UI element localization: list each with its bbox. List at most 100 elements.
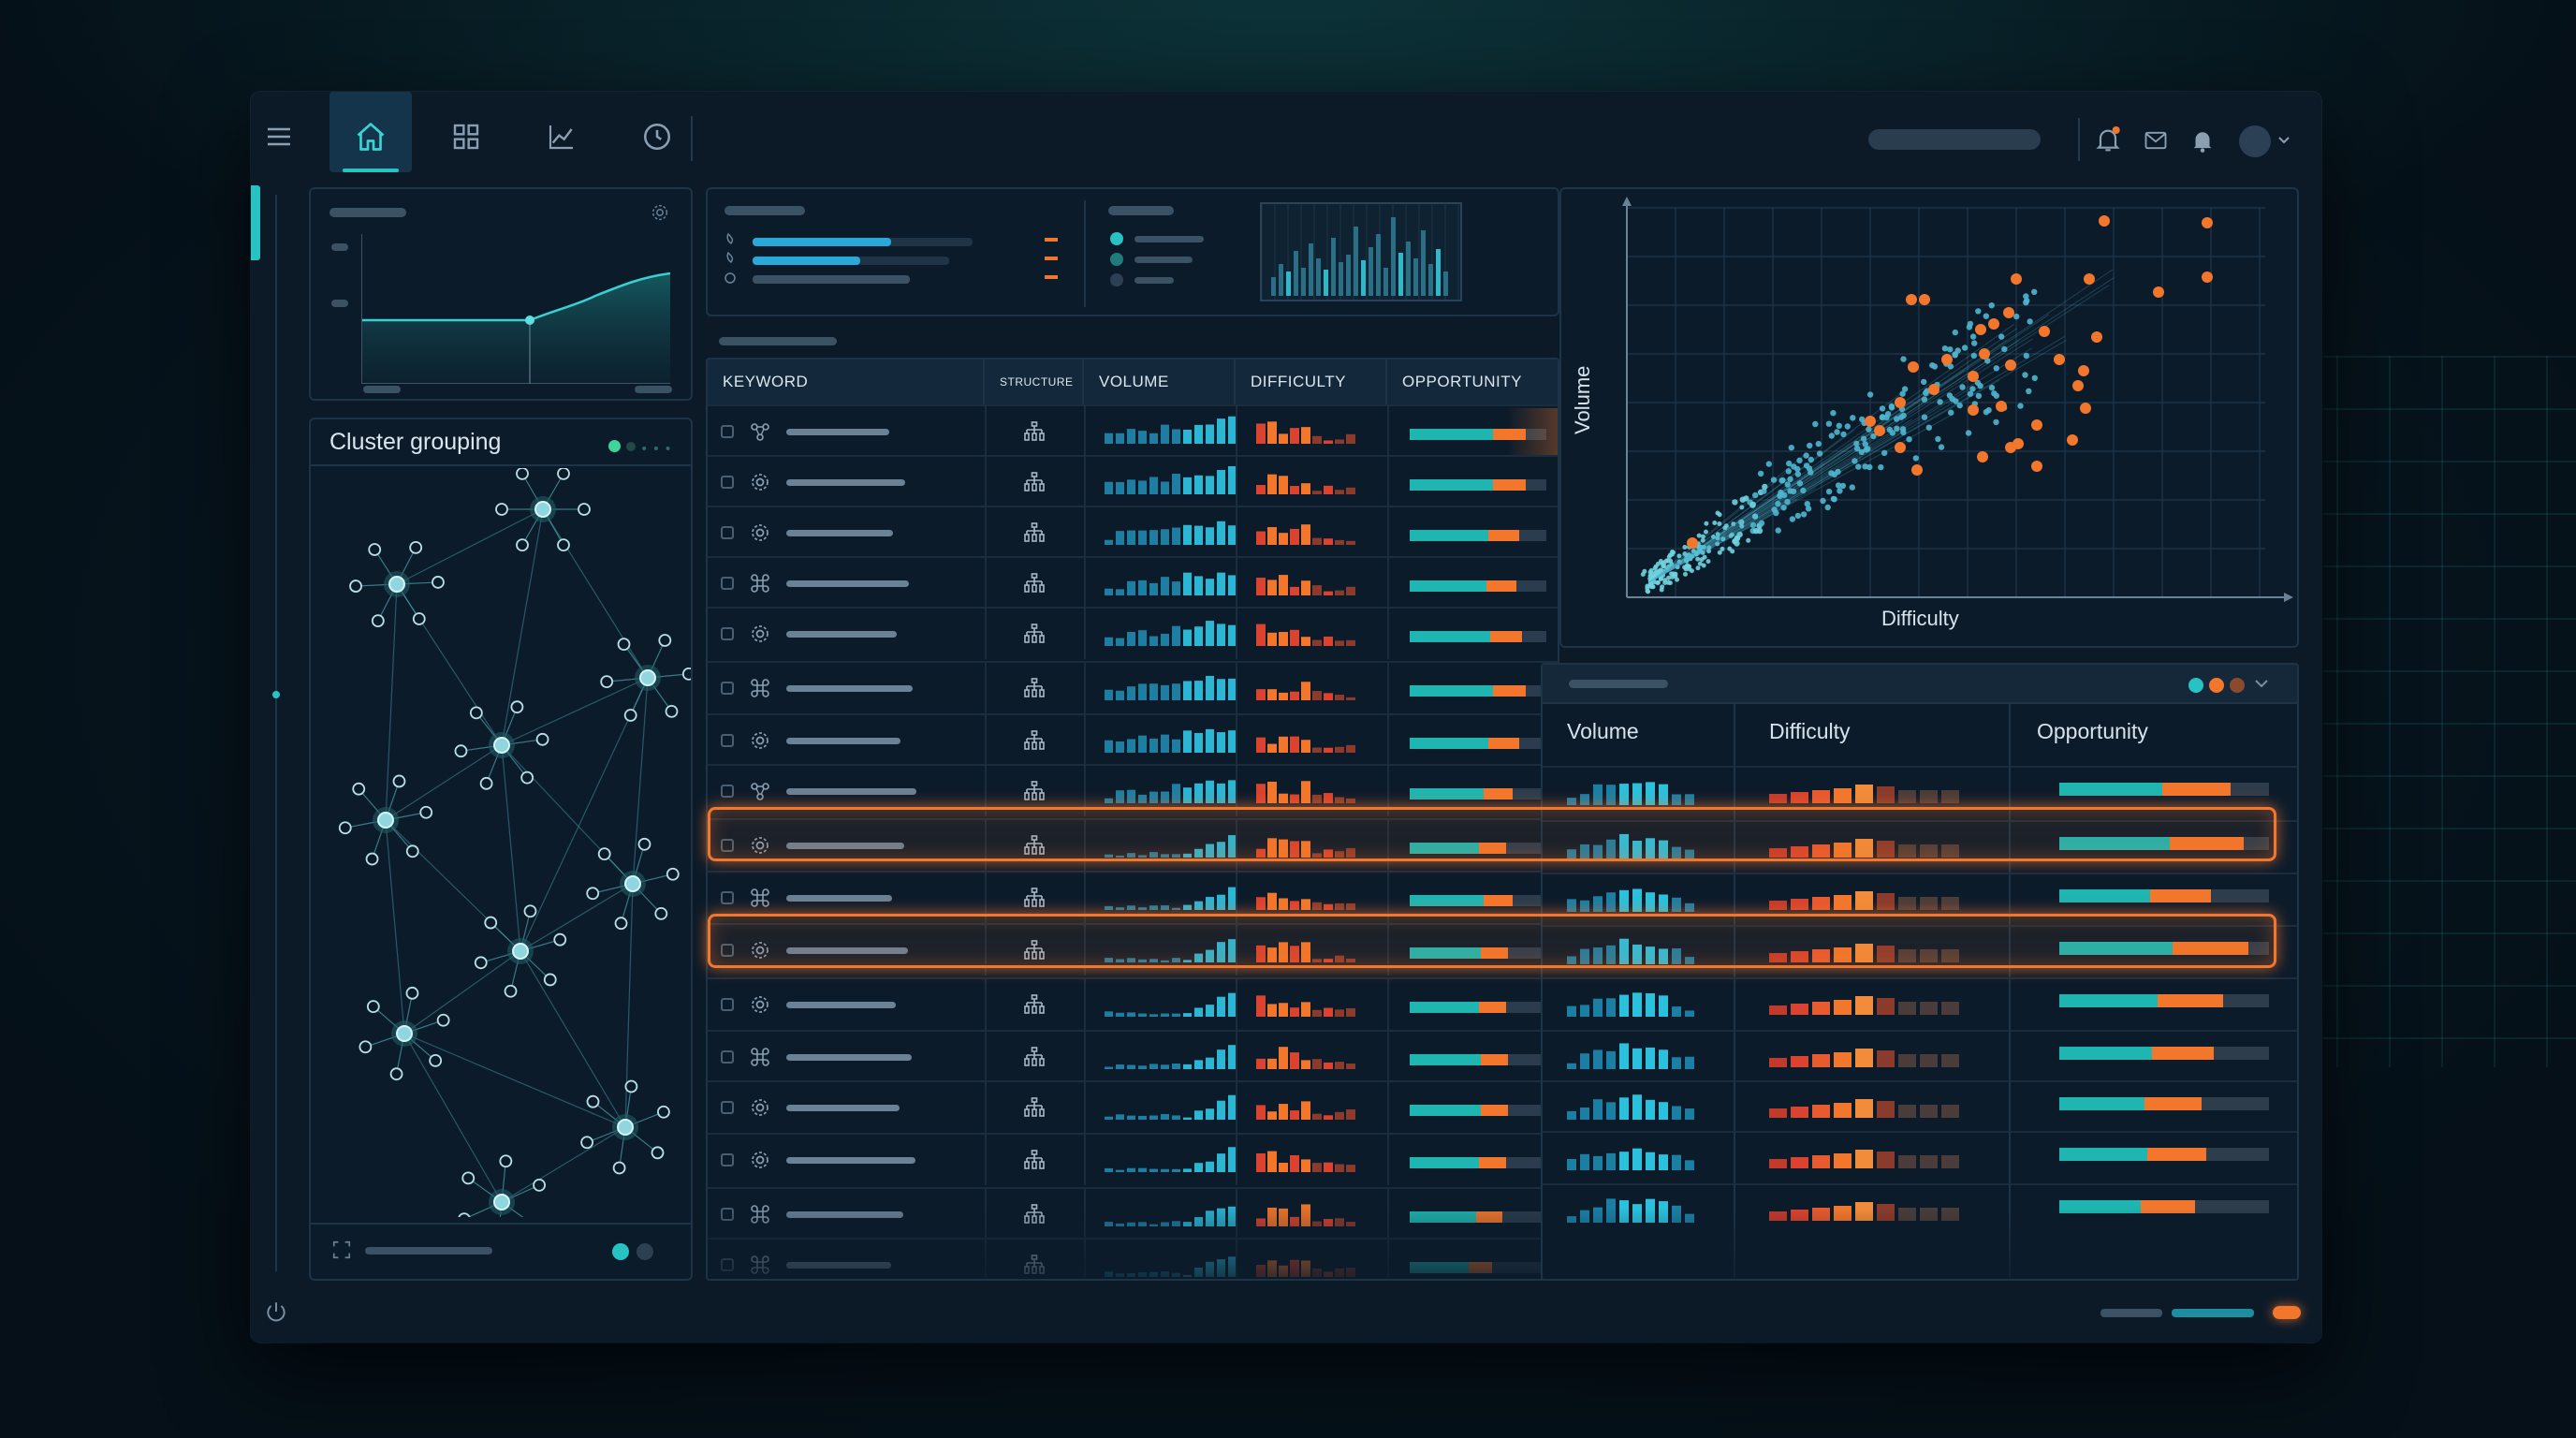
cluster-leaf-node[interactable]: [612, 1161, 626, 1175]
cluster-leaf-node[interactable]: [666, 867, 680, 881]
cluster-leaf-node[interactable]: [658, 634, 672, 647]
cluster-leaf-node[interactable]: [405, 844, 419, 858]
search-input[interactable]: [1868, 129, 2041, 150]
cluster-leaf-node[interactable]: [495, 503, 508, 516]
cluster-hub-node[interactable]: [512, 943, 529, 960]
grid-icon[interactable]: [444, 114, 489, 159]
scatter-point-highlight[interactable]: [2072, 380, 2084, 391]
clock-icon[interactable]: [635, 114, 680, 159]
cluster-leaf-node[interactable]: [349, 580, 362, 593]
scatter-point-highlight[interactable]: [2099, 215, 2110, 227]
scatter-point-highlight[interactable]: [2153, 286, 2164, 298]
hierarchy-icon[interactable]: [1022, 1096, 1046, 1123]
cluster-leaf-node[interactable]: [651, 1146, 665, 1160]
mail-icon[interactable]: [2142, 127, 2170, 157]
row-checkbox[interactable]: [721, 526, 734, 539]
scatter-point-highlight[interactable]: [1908, 361, 1919, 373]
chevron-down-icon[interactable]: [2276, 133, 2291, 152]
cluster-leaf-node[interactable]: [419, 805, 433, 819]
cluster-leaf-node[interactable]: [366, 1000, 380, 1013]
notification-bell-icon[interactable]: [2093, 124, 2123, 159]
cluster-leaf-node[interactable]: [352, 782, 366, 796]
hierarchy-icon[interactable]: [1022, 729, 1046, 756]
power-icon[interactable]: [264, 1299, 288, 1328]
col-volume[interactable]: VOLUME: [1084, 360, 1236, 404]
row-checkbox[interactable]: [721, 785, 734, 798]
cluster-leaf-node[interactable]: [614, 917, 628, 931]
cluster-leaf-node[interactable]: [553, 932, 567, 946]
cluster-leaf-node[interactable]: [654, 907, 668, 920]
scatter-point-highlight[interactable]: [1687, 537, 1698, 549]
cluster-leaf-node[interactable]: [586, 887, 600, 901]
cluster-leaf-node[interactable]: [461, 1171, 476, 1185]
cluster-leaf-node[interactable]: [533, 1178, 546, 1192]
cluster-leaf-node[interactable]: [623, 709, 637, 722]
chart-line-icon[interactable]: [539, 114, 584, 159]
scatter-point-highlight[interactable]: [1928, 384, 1939, 395]
summary-row[interactable]: [1543, 1030, 2297, 1082]
scatter-point-highlight[interactable]: [1977, 451, 1988, 462]
cluster-hub-node[interactable]: [396, 1025, 413, 1042]
row-checkbox[interactable]: [721, 476, 734, 489]
cluster-leaf-node[interactable]: [469, 706, 483, 720]
col-opportunity[interactable]: OPPORTUNITY: [1387, 360, 1558, 404]
table-row[interactable]: [708, 1133, 1558, 1185]
settings-gear-icon[interactable]: [650, 202, 670, 227]
cluster-leaf-node[interactable]: [338, 821, 352, 835]
cluster-leaf-node[interactable]: [365, 852, 379, 866]
scatter-point-highlight[interactable]: [1979, 348, 1990, 360]
hierarchy-icon[interactable]: [1022, 1149, 1046, 1175]
row-checkbox[interactable]: [721, 998, 734, 1011]
cluster-leaf-node[interactable]: [510, 700, 524, 714]
summary-col-difficulty[interactable]: Difficulty: [1769, 719, 1851, 744]
hierarchy-icon[interactable]: [1022, 780, 1046, 806]
scatter-point-highlight[interactable]: [1919, 294, 1930, 305]
hierarchy-icon[interactable]: [1022, 887, 1046, 913]
table-row[interactable]: [708, 607, 1558, 659]
cluster-leaf-node[interactable]: [578, 503, 591, 516]
scatter-point-highlight[interactable]: [2202, 271, 2213, 283]
table-row[interactable]: [708, 506, 1558, 558]
hierarchy-icon[interactable]: [1022, 521, 1046, 548]
cluster-hub-node[interactable]: [493, 1194, 510, 1211]
scatter-point-highlight[interactable]: [1906, 294, 1917, 305]
cluster-leaf-node[interactable]: [597, 847, 611, 860]
row-checkbox[interactable]: [721, 734, 734, 747]
scatter-point-highlight[interactable]: [1911, 464, 1923, 476]
summary-dot-orange[interactable]: [2209, 678, 2224, 693]
scatter-point-highlight[interactable]: [2084, 273, 2095, 285]
summary-row[interactable]: [1543, 977, 2297, 1030]
table-row[interactable]: [708, 556, 1558, 609]
table-row[interactable]: [708, 977, 1558, 1030]
cluster-leaf-node[interactable]: [409, 540, 423, 554]
cluster-leaf-node[interactable]: [523, 904, 537, 918]
scatter-point-highlight[interactable]: [2031, 461, 2042, 472]
scatter-point-highlight[interactable]: [1988, 318, 1999, 330]
cluster-leaf-node[interactable]: [436, 1013, 450, 1027]
page-dot[interactable]: [637, 1243, 653, 1260]
col-keyword[interactable]: KEYWORD: [708, 360, 985, 404]
cluster-leaf-node[interactable]: [586, 1094, 600, 1108]
scatter-point-highlight[interactable]: [2078, 365, 2089, 376]
home-icon[interactable]: [348, 114, 393, 159]
cluster-leaf-node[interactable]: [557, 468, 570, 480]
table-row[interactable]: [708, 713, 1558, 766]
row-checkbox[interactable]: [721, 425, 734, 438]
cluster-leaf-node[interactable]: [359, 1040, 373, 1054]
scatter-point-highlight[interactable]: [2003, 307, 2014, 318]
table-row[interactable]: [708, 404, 1558, 457]
user-avatar[interactable]: [2239, 125, 2271, 157]
cluster-hub-node[interactable]: [639, 669, 656, 686]
scatter-point-highlight[interactable]: [1865, 416, 1876, 427]
scatter-point-highlight[interactable]: [1941, 354, 1953, 365]
cluster-leaf-node[interactable]: [499, 1154, 513, 1168]
cluster-leaf-node[interactable]: [516, 468, 529, 480]
scatter-point-highlight[interactable]: [2011, 273, 2022, 285]
cluster-leaf-node[interactable]: [405, 986, 419, 1000]
summary-dot-teal[interactable]: [2188, 678, 2203, 693]
highlighted-row[interactable]: [708, 914, 2276, 968]
hierarchy-icon[interactable]: [1022, 623, 1046, 649]
cluster-leaf-node[interactable]: [624, 1079, 638, 1093]
cluster-leaf-node[interactable]: [392, 774, 406, 788]
scatter-point-highlight[interactable]: [2067, 434, 2078, 446]
